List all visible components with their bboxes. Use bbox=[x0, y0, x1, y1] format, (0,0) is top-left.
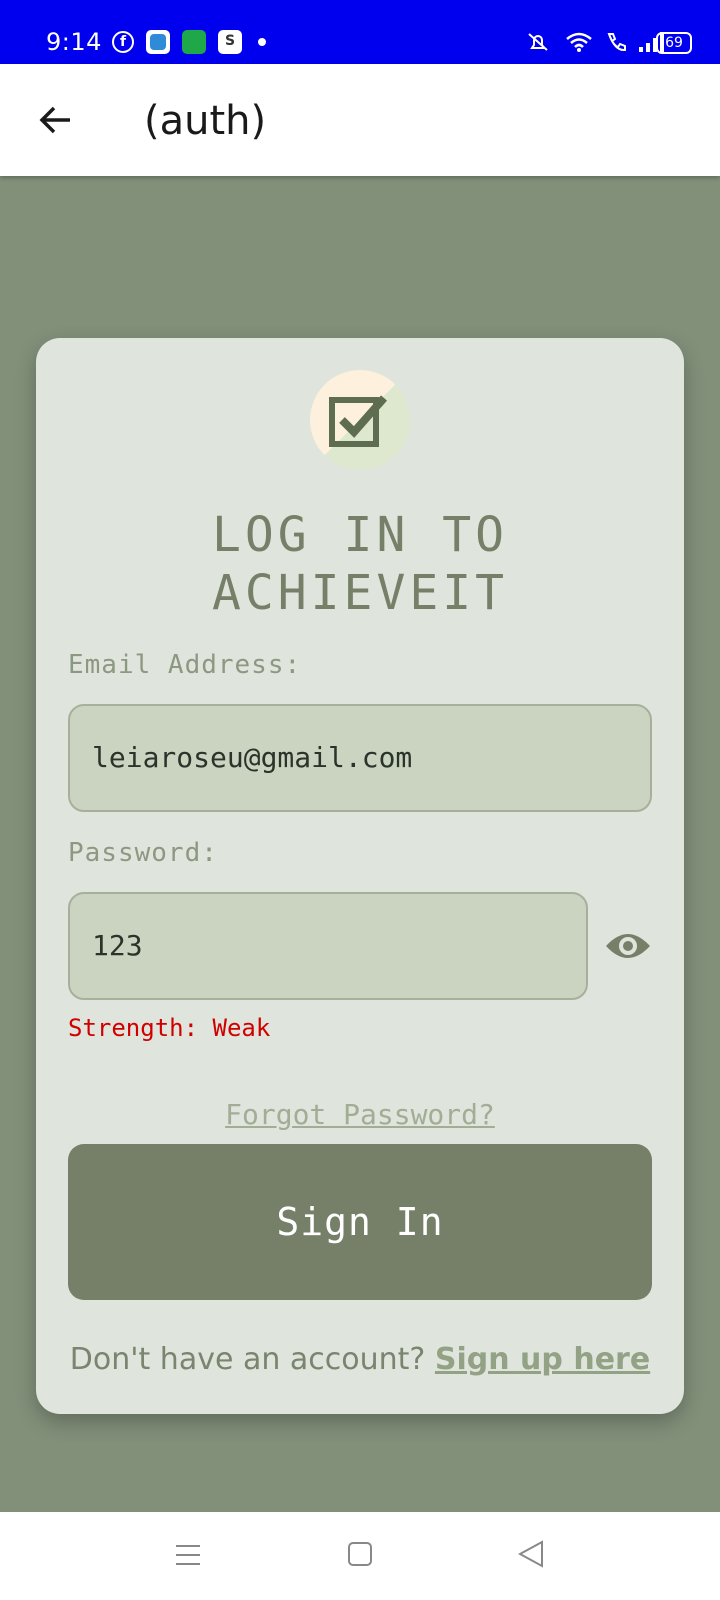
password-label: Password: bbox=[68, 838, 218, 868]
forgot-password-link[interactable]: Forgot Password? bbox=[36, 1098, 684, 1131]
battery-icon: 69 bbox=[656, 32, 692, 54]
password-strength: Strength: Weak bbox=[68, 1014, 271, 1042]
login-card: LOG IN TO ACHIEVEIT Email Address: leiaro… bbox=[36, 338, 684, 1414]
shop-icon bbox=[218, 30, 242, 54]
sign-up-link[interactable]: Sign up here bbox=[435, 1342, 650, 1377]
status-bar: 9:14 f 69 bbox=[0, 0, 720, 64]
system-nav-bar bbox=[0, 1512, 720, 1600]
email-field[interactable]: leiaroseu@gmail.com bbox=[68, 704, 652, 812]
signup-prompt: Don't have an account? bbox=[69, 1342, 426, 1377]
dot-icon bbox=[258, 38, 266, 46]
facebook-icon: f bbox=[112, 31, 134, 53]
app-logo bbox=[310, 370, 410, 470]
wifi-icon bbox=[566, 32, 592, 52]
blue-app-icon bbox=[146, 30, 170, 54]
checkbox-icon bbox=[329, 395, 387, 447]
signup-row: Don't have an account? Sign up here bbox=[36, 1342, 684, 1377]
sign-in-button[interactable]: Sign In bbox=[68, 1144, 652, 1300]
app-bar: (auth) bbox=[0, 64, 720, 176]
arrow-back-icon[interactable] bbox=[36, 100, 76, 140]
menu-icon[interactable] bbox=[176, 1544, 200, 1566]
calculator-icon bbox=[182, 30, 206, 54]
mute-icon bbox=[528, 33, 548, 51]
password-field[interactable]: 123 bbox=[68, 892, 588, 1000]
eye-icon[interactable] bbox=[604, 926, 652, 966]
page-title: (auth) bbox=[144, 98, 267, 144]
login-heading: LOG IN TO ACHIEVEIT bbox=[211, 507, 509, 621]
email-label: Email Address: bbox=[68, 650, 302, 680]
home-icon[interactable] bbox=[348, 1542, 372, 1566]
notification-icons: f bbox=[112, 30, 266, 54]
back-icon[interactable] bbox=[518, 1540, 544, 1568]
call-icon bbox=[607, 33, 626, 52]
status-time: 9:14 bbox=[46, 28, 102, 56]
system-icons bbox=[523, 30, 664, 54]
